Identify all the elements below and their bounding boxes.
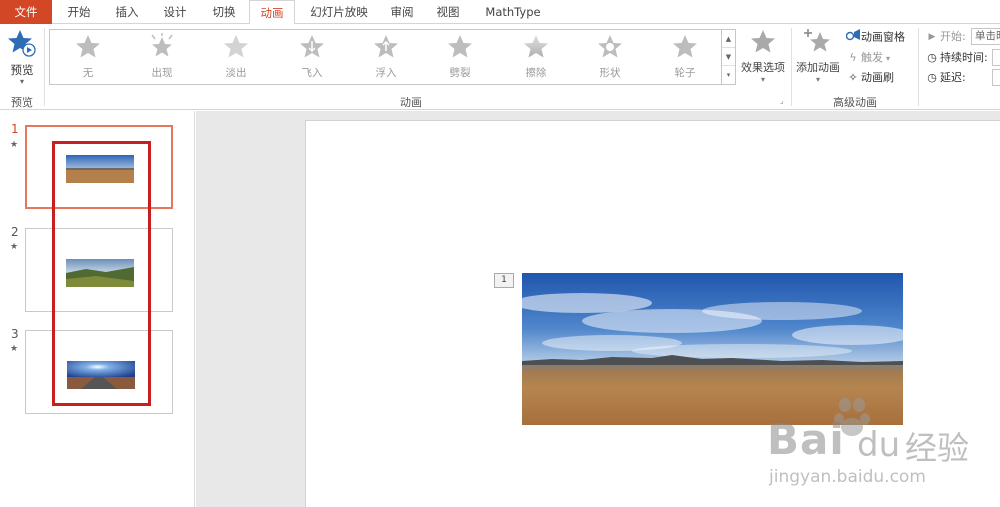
clock-icon: ◷: [927, 71, 937, 84]
slide-number: 1: [11, 122, 19, 136]
animation-star-icon: ★: [10, 140, 19, 150]
effect-options-star-icon: [751, 30, 775, 53]
animation-wheel[interactable]: 轮子: [655, 33, 715, 83]
chevron-down-icon: ▾: [19, 77, 24, 86]
add-animation-label: 添加动画: [796, 61, 840, 74]
preview-star-icon: [8, 30, 36, 57]
tab-insert[interactable]: 插入: [104, 0, 150, 24]
tab-review[interactable]: 审阅: [381, 0, 423, 24]
gallery-more-icon[interactable]: ▾: [722, 66, 735, 84]
gallery-scroll-up-icon[interactable]: ▲: [722, 30, 735, 48]
animation-painter-button[interactable]: ✧ 动画刷: [845, 69, 894, 87]
star-fly-in-icon: [300, 35, 324, 58]
tab-slide-show[interactable]: 幻灯片放映: [298, 0, 380, 24]
lightning-icon: ϟ: [849, 51, 857, 64]
add-animation-button[interactable]: 添加动画 ▾: [795, 28, 841, 84]
tab-mathtype[interactable]: MathType: [474, 0, 552, 24]
star-split-icon: [448, 35, 472, 58]
start-select[interactable]: 单击时: [971, 28, 1000, 45]
animation-appear[interactable]: 出现: [132, 33, 192, 83]
chevron-down-icon: ▾: [815, 75, 820, 84]
add-animation-icon: [804, 29, 830, 52]
group-label-preview: 预览: [11, 96, 33, 109]
animation-order-tag[interactable]: 1: [494, 273, 514, 288]
gallery-scroll-down-icon[interactable]: ▼: [722, 48, 735, 66]
play-icon: ▶: [928, 32, 936, 42]
duration-input[interactable]: [992, 49, 1000, 66]
duration-label-row: ◷ 持续时间:: [924, 49, 988, 67]
animation-none[interactable]: 无: [58, 33, 118, 83]
effect-options-button[interactable]: 效果选项 ▾: [738, 28, 788, 84]
watermark-du-text: du: [857, 425, 901, 465]
watermark-brand: Bai: [767, 415, 845, 464]
preview-label: 预览: [10, 63, 34, 77]
animation-painter-icon: ✧: [848, 71, 858, 84]
dialog-launcher-icon[interactable]: ⌟: [780, 96, 784, 105]
animation-float-in[interactable]: 浮入: [356, 33, 416, 83]
animation-split[interactable]: 劈裂: [430, 33, 490, 83]
group-label-advanced-animation: 高级动画: [833, 96, 877, 109]
clock-icon: ◷: [927, 51, 937, 64]
tab-transitions[interactable]: 切换: [200, 0, 248, 24]
star-float-in-icon: [374, 35, 398, 58]
watermark-url: jingyan.baidu.com: [769, 467, 926, 487]
watermark-brand-cn: 经验: [905, 429, 970, 467]
animation-wipe[interactable]: 擦除: [506, 33, 566, 83]
slide-number: 3: [11, 327, 19, 341]
star-none-icon: [76, 35, 100, 58]
tab-design[interactable]: 设计: [151, 0, 199, 24]
tab-animations[interactable]: 动画: [249, 0, 295, 25]
tab-file[interactable]: 文件: [0, 0, 52, 24]
baidu-jingyan-watermark: Bai du 经验 jingyan.baidu.com: [755, 393, 985, 493]
star-shape-icon: [598, 35, 622, 58]
chevron-down-icon: ▾: [886, 54, 891, 63]
highlight-annotation-box: [52, 141, 151, 406]
animation-pane-icon: [845, 28, 861, 47]
delay-input[interactable]: [992, 69, 1000, 86]
group-label-animation: 动画: [400, 96, 422, 109]
animation-pane-button[interactable]: 动画窗格: [845, 28, 905, 46]
star-wheel-icon: [673, 35, 697, 58]
slide-number: 2: [11, 225, 19, 239]
preview-button[interactable]: 预览 ▾: [4, 28, 40, 86]
animation-fly-in[interactable]: 飞入: [282, 33, 342, 83]
star-appear-icon: [151, 33, 173, 57]
animation-gallery: 无 出现 淡出 飞入 浮入 劈裂 擦除 形状 轮子: [49, 29, 722, 85]
trigger-button[interactable]: ϟ 触发 ▾: [845, 49, 890, 67]
group-divider: [791, 28, 792, 106]
tab-home[interactable]: 开始: [55, 0, 103, 24]
ribbon-animations: 预览 ▾ 预览 无 出现 淡出 飞入 浮入 劈裂 擦除 形状 轮子 ▲ ▼ ▾ …: [0, 24, 1000, 110]
animation-fade[interactable]: 淡出: [206, 33, 266, 83]
delay-label-row: ◷ 延迟:: [924, 69, 966, 87]
start-label-row: ▶ 开始:: [924, 28, 966, 46]
chevron-down-icon: ▾: [760, 75, 765, 84]
group-divider: [918, 28, 919, 106]
star-wipe-icon: [524, 35, 548, 58]
animation-star-icon: ★: [10, 242, 19, 252]
gallery-scroll: ▲ ▼ ▾: [722, 29, 736, 85]
ribbon-tab-bar: 文件 开始 插入 设计 切换 动画 幻灯片放映 审阅 视图 MathType: [0, 0, 1000, 25]
tab-view[interactable]: 视图: [424, 0, 472, 24]
animation-star-icon: ★: [10, 344, 19, 354]
animation-shape[interactable]: 形状: [580, 33, 640, 83]
effect-options-label: 效果选项: [741, 61, 785, 74]
group-divider: [44, 28, 45, 106]
star-fade-icon: [224, 35, 248, 58]
